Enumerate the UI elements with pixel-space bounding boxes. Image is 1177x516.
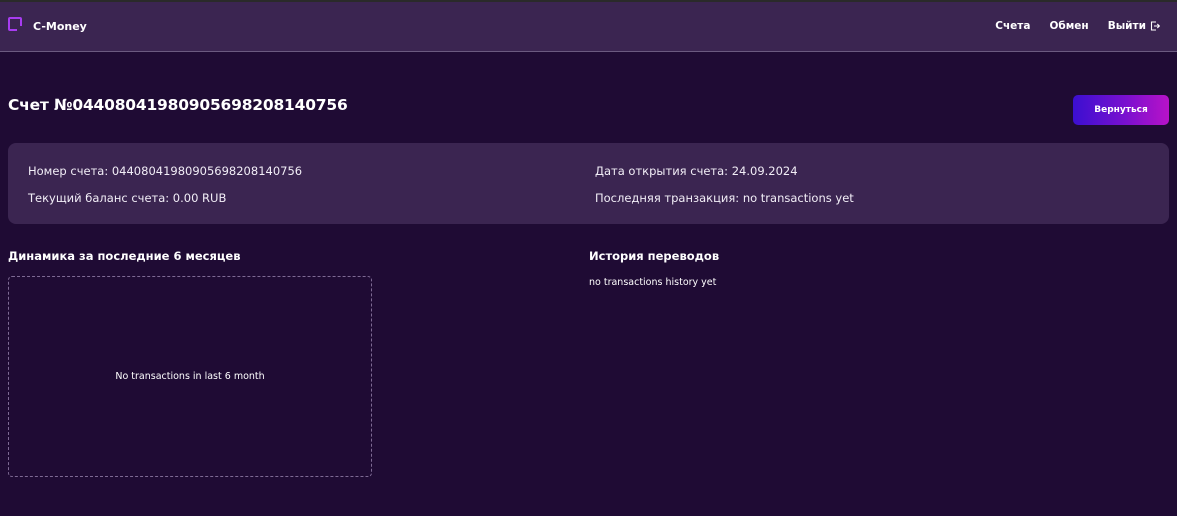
history-empty-text: no transactions history yet — [589, 277, 717, 288]
main-nav: Счета Обмен Выйти — [995, 20, 1160, 32]
back-button[interactable]: Вернуться — [1073, 95, 1169, 125]
dynamics-title: Динамика за последние 6 месяцев — [8, 249, 241, 263]
page-title: Счет №04408041980905698208140756 — [8, 96, 348, 114]
account-number: Номер счета: 04408041980905698208140756 — [28, 164, 303, 178]
dynamics-chart-placeholder[interactable]: No transactions in last 6 month — [8, 276, 372, 477]
logo-icon[interactable] — [8, 17, 22, 31]
history-title: История переводов — [589, 249, 720, 263]
dynamics-empty-text: No transactions in last 6 month — [115, 371, 265, 382]
nav-exchange-link[interactable]: Обмен — [1049, 20, 1088, 32]
nav-accounts-link[interactable]: Счета — [995, 20, 1030, 32]
logout-button[interactable]: Выйти — [1108, 20, 1160, 32]
logout-label: Выйти — [1107, 20, 1146, 32]
account-open-date: Дата открытия счета: 24.09.2024 — [595, 164, 798, 178]
account-info-card: Номер счета: 04408041980905698208140756 … — [8, 143, 1169, 224]
brand-name[interactable]: C-Money — [33, 20, 87, 33]
logout-icon — [1150, 21, 1160, 31]
account-balance: Текущий баланс счета: 0.00 RUB — [28, 191, 227, 205]
last-transaction: Последняя транзакция: no transactions ye… — [595, 191, 854, 205]
top-navbar: C-Money Счета Обмен Выйти — [0, 0, 1177, 52]
